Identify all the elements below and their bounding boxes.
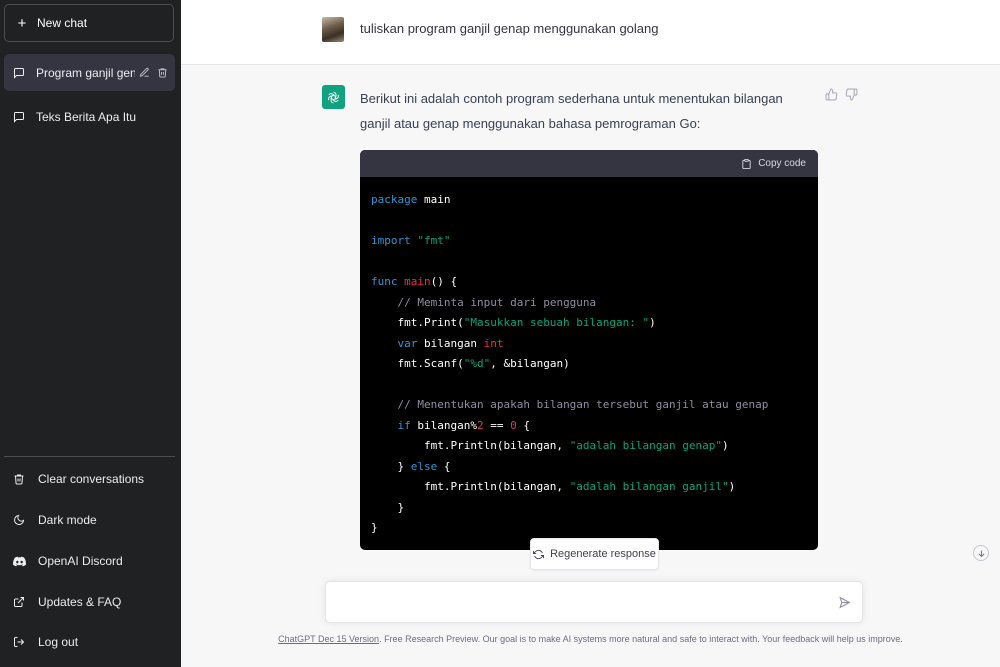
user-avatar	[322, 17, 344, 42]
copy-code-button[interactable]: Copy code	[758, 158, 806, 169]
openai-discord-label: OpenAI Discord	[38, 554, 123, 568]
message-input-box	[325, 581, 863, 623]
external-link-icon	[12, 596, 26, 608]
clear-conversations-label: Clear conversations	[38, 472, 145, 486]
thumbs-up-icon[interactable]	[825, 88, 839, 102]
edit-icon[interactable]	[135, 67, 153, 78]
version-link[interactable]: ChatGPT Dec 15 Version	[278, 634, 379, 644]
plus-icon: +	[17, 14, 27, 32]
regenerate-label: Regenerate response	[550, 548, 656, 560]
assistant-message-row: Berikut ini adalah contoh program sederh…	[181, 65, 1000, 667]
user-message-row: tuliskan program ganjil genap menggunaka…	[181, 0, 1000, 65]
footer-text: . Free Research Preview. Our goal is to …	[379, 634, 903, 644]
new-chat-label: New chat	[37, 16, 88, 30]
user-message-text: tuliskan program ganjil genap menggunaka…	[360, 21, 659, 36]
chat-main: tuliskan program ganjil genap menggunaka…	[181, 0, 1000, 667]
updates-faq-link[interactable]: Updates & FAQ	[4, 584, 175, 620]
chat-bubble-icon	[12, 67, 26, 79]
chat-bubble-icon	[12, 111, 26, 123]
refresh-icon	[533, 549, 545, 560]
dark-mode-label: Dark mode	[38, 513, 97, 527]
footer-disclaimer: ChatGPT Dec 15 Version. Free Research Pr…	[181, 634, 1000, 644]
sidebar-divider	[4, 456, 175, 457]
new-chat-button[interactable]: + New chat	[4, 4, 174, 42]
regenerate-response-button[interactable]: Regenerate response	[530, 538, 659, 570]
assistant-intro-text: Berikut ini adalah contoh program sederh…	[360, 91, 783, 131]
log-out-button[interactable]: Log out	[4, 624, 175, 660]
scroll-down-button[interactable]	[973, 545, 989, 561]
arrow-down-icon	[978, 550, 984, 557]
sidebar-item-label: Program ganjil genap	[36, 65, 135, 80]
openai-logo-icon	[322, 85, 345, 109]
message-input[interactable]	[336, 592, 830, 616]
sidebar: + New chat Program ganjil genap Teks Ber…	[0, 0, 181, 667]
openai-discord-link[interactable]: OpenAI Discord	[4, 543, 175, 579]
clipboard-icon[interactable]	[741, 158, 752, 170]
send-icon[interactable]	[838, 596, 852, 610]
clear-conversations-button[interactable]: Clear conversations	[4, 461, 175, 497]
sidebar-item-label: Teks Berita Apa Itu	[36, 109, 137, 124]
discord-icon	[12, 556, 26, 567]
code-content: package main import "fmt" func main() { …	[371, 193, 769, 534]
dark-mode-button[interactable]: Dark mode	[4, 502, 175, 538]
trash-icon[interactable]	[153, 67, 171, 78]
log-out-icon	[12, 636, 26, 648]
sidebar-item-program-ganjil-genap[interactable]: Program ganjil genap	[4, 54, 175, 91]
trash-icon	[12, 473, 26, 485]
code-block: Copy code package main import "fmt" func…	[360, 150, 818, 550]
log-out-label: Log out	[38, 635, 79, 649]
thumbs-down-icon[interactable]	[845, 88, 859, 102]
moon-icon	[12, 514, 26, 526]
sidebar-item-teks-berita[interactable]: Teks Berita Apa Itu	[4, 98, 175, 135]
updates-faq-label: Updates & FAQ	[38, 595, 122, 609]
code-header: Copy code	[360, 150, 818, 177]
